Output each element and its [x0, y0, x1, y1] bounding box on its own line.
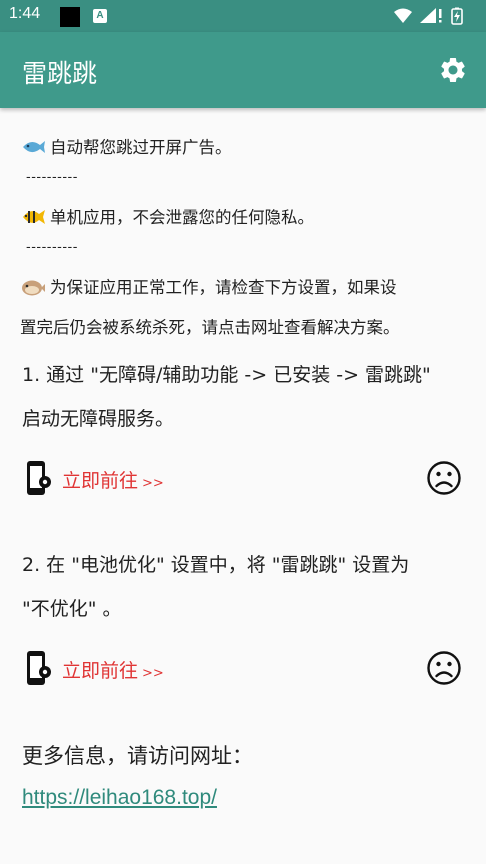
sad-face-icon — [427, 651, 461, 685]
signal-icon — [420, 8, 442, 23]
gear-icon[interactable] — [438, 55, 468, 85]
intro-text-2: 单机应用，不会泄露您的任何隐私。 — [50, 208, 314, 227]
intro-line-3: 为保证应用正常工作，请检查下方设置，如果设 — [20, 274, 397, 298]
divider-2: ---------- — [26, 240, 78, 255]
intro-line-2: 单机应用，不会泄露您的任何隐私。 — [20, 204, 314, 228]
step-1-text-a: 1. 通过 "无障碍/辅助功能 -> 已安装 -> 雷跳跳" — [22, 364, 431, 386]
fish-icon — [23, 141, 45, 153]
status-bar: 1:44 A — [0, 0, 486, 32]
step-1-go-arrows: >> — [142, 476, 164, 491]
step-2-go-arrows: >> — [142, 666, 164, 681]
more-info-text: 更多信息，请访问网址： — [22, 744, 253, 768]
notification-a-icon: A — [93, 9, 107, 23]
battery-charging-icon — [451, 7, 463, 25]
website-link[interactable]: https://leihao168.top/ — [22, 786, 217, 810]
step-2-go-label: 立即前往 >> — [62, 656, 164, 683]
step-2-text-a: 2. 在 "电池优化" 设置中，将 "雷跳跳" 设置为 — [22, 554, 410, 576]
sad-face-icon — [427, 461, 461, 495]
intro-text-1: 自动帮您跳过开屏广告。 — [50, 138, 232, 157]
app-bar: 雷跳跳 — [0, 32, 486, 108]
step-2-text-b: "不优化" 。 — [22, 598, 122, 620]
divider-1: ---------- — [26, 170, 78, 185]
status-time: 1:44 — [9, 5, 41, 22]
step-2-go-text: 立即前往 — [62, 660, 139, 682]
intro-text-3a: 为保证应用正常工作，请检查下方设置，如果设 — [50, 278, 397, 297]
wifi-icon — [394, 8, 412, 23]
blowfish-icon — [22, 280, 45, 296]
step-1-go-label: 立即前往 >> — [62, 466, 164, 493]
app-title: 雷跳跳 — [22, 59, 98, 88]
tropical-fish-icon — [23, 210, 45, 224]
phone-settings-icon — [27, 651, 51, 685]
intro-text-3b: 置完后仍会被系统杀死，请点击网址查看解决方案。 — [20, 318, 400, 337]
intro-line-1: 自动帮您跳过开屏广告。 — [20, 134, 232, 158]
status-icons — [394, 7, 463, 25]
phone-settings-icon — [27, 461, 51, 495]
notification-icon — [60, 7, 80, 27]
step-1-go-text: 立即前往 — [62, 470, 139, 492]
step-1-text-b: 启动无障碍服务。 — [22, 408, 175, 430]
